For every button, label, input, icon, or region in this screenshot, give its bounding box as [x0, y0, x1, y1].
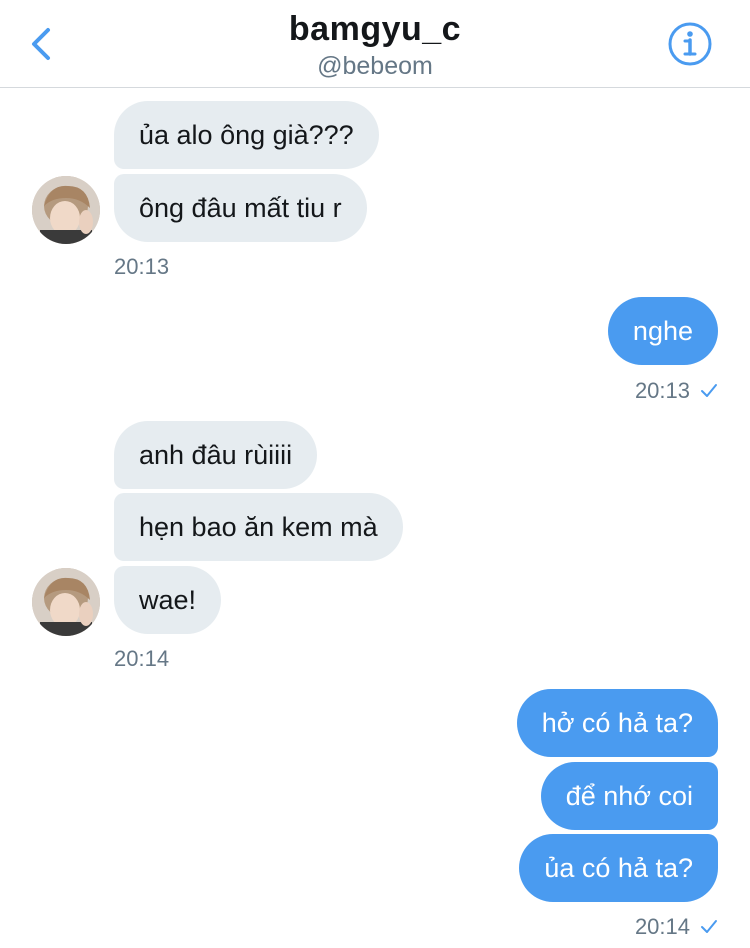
outgoing-message[interactable]: hở có hả ta? — [516, 689, 718, 757]
info-icon — [668, 22, 712, 66]
info-button[interactable] — [666, 20, 714, 68]
incoming-message[interactable]: anh đâu rùiiii — [114, 421, 318, 489]
incoming-message[interactable]: hẹn bao ăn kem mà — [114, 493, 403, 561]
message-timestamp-row: 20:14 — [635, 914, 718, 940]
avatar[interactable] — [32, 568, 100, 636]
incoming-message[interactable]: ủa alo ông già??? — [114, 101, 379, 169]
checkmark-icon — [701, 384, 717, 397]
conversation-handle[interactable]: @bebeom — [0, 52, 750, 81]
incoming-message[interactable]: wae! — [114, 566, 222, 634]
message-timestamp: 20:14 — [114, 646, 170, 671]
message-timestamp: 20:13 — [114, 254, 170, 279]
message-timestamp: 20:13 — [634, 378, 690, 403]
checkmark-icon — [701, 920, 717, 933]
avatar[interactable] — [32, 176, 100, 244]
outgoing-message[interactable]: nghe — [607, 297, 718, 365]
message-timestamp-row: 20:13 — [635, 378, 718, 404]
message-timestamp: 20:14 — [634, 914, 690, 939]
conversation-header: bamgyu_c @bebeom — [0, 0, 750, 88]
incoming-message[interactable]: ông đâu mất tiu r — [114, 174, 367, 242]
conversation-name[interactable]: bamgyu_c — [0, 10, 750, 49]
outgoing-message[interactable]: ủa có hả ta? — [519, 834, 718, 902]
outgoing-message[interactable]: để nhớ coi — [540, 762, 718, 830]
